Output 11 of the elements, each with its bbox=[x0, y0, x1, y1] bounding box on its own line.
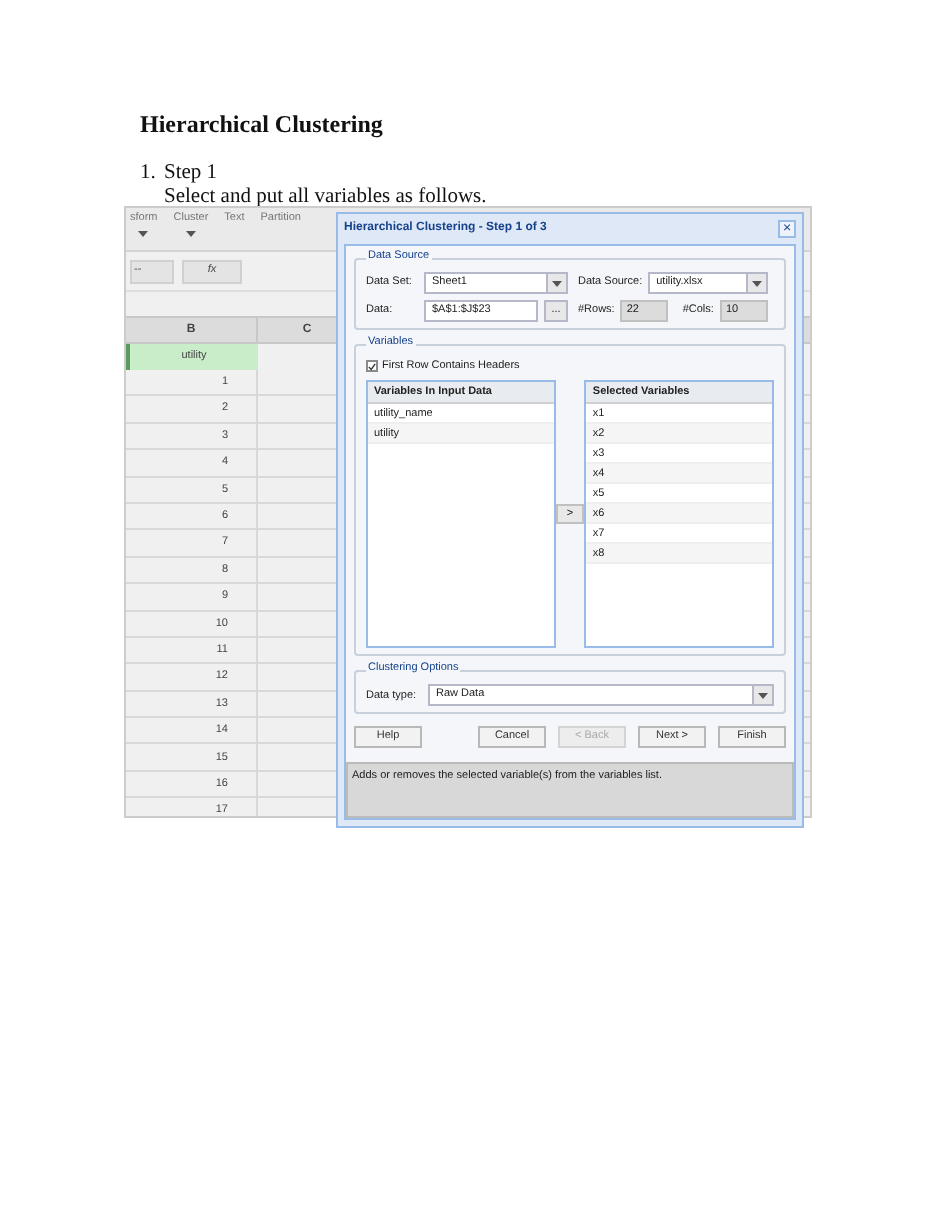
headers-checkbox[interactable] bbox=[366, 360, 378, 373]
list-number: 1. bbox=[140, 162, 158, 188]
check-icon bbox=[368, 361, 376, 372]
dropdown-arrow-icon bbox=[185, 230, 196, 238]
dropdown-arrow-icon bbox=[752, 279, 763, 287]
dropdown-arrow-icon bbox=[552, 279, 562, 287]
dropdown-arrow-icon bbox=[138, 230, 149, 238]
dropdown-arrow-icon bbox=[758, 691, 768, 700]
step-text: Select and put all variables as follows. bbox=[164, 186, 487, 210]
document-heading: Hierarchical Clustering bbox=[140, 110, 385, 138]
step-title: Step 1 bbox=[164, 162, 220, 186]
